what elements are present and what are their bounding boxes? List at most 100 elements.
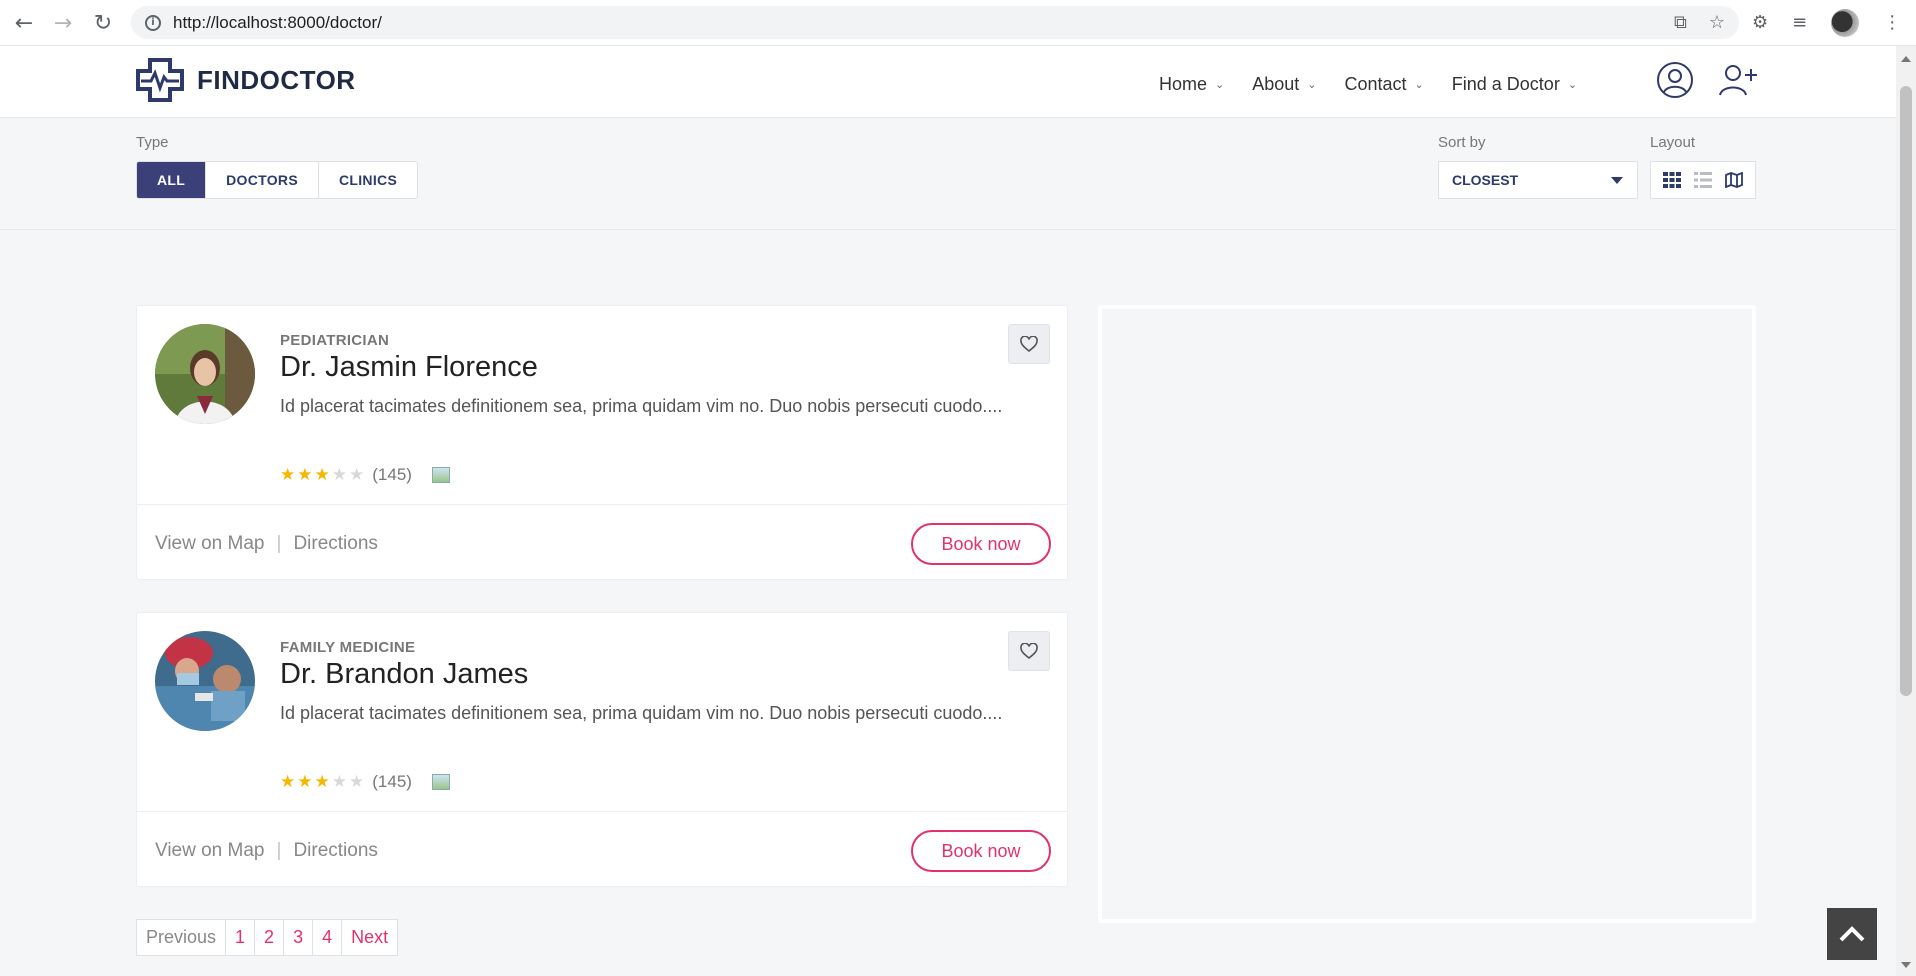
share-icon[interactable]: ⧉ [1674,12,1687,33]
nav-item-about[interactable]: About ⌄ [1252,74,1316,95]
star-filled-icon: ★ [314,771,330,792]
reload-icon[interactable]: ↻ [83,3,123,43]
type-clinics-button[interactable]: CLINICS [319,162,417,198]
type-label: Type [136,134,169,151]
star-filled-icon: ★ [297,464,313,485]
card-divider [137,504,1067,505]
star-empty-icon: ★ [331,771,347,792]
filter-bar: Type ALL DOCTORS CLINICS Sort by CLOSEST… [0,118,1896,230]
back-to-top-button[interactable] [1827,908,1877,960]
view-on-map-link[interactable]: View on Map [155,533,265,555]
profile-avatar[interactable] [1831,8,1860,37]
doctor-description: Id placerat tacimates definitionem sea, … [280,396,1003,416]
chevron-down-icon: ⌄ [1414,78,1424,91]
logo[interactable]: FINDOCTOR [135,57,356,103]
menu-kebab-icon[interactable]: ⋮ [1883,12,1901,33]
map-panel[interactable] [1098,305,1756,923]
star-empty-icon: ★ [349,771,365,792]
star-empty-icon: ★ [349,464,365,485]
rating: ★ ★ ★ ★ ★ (145) [280,772,450,792]
scroll-up-arrow-icon[interactable] [1901,56,1911,62]
doctor-photo[interactable] [155,631,255,731]
site-info-icon[interactable]: i [145,14,161,31]
main-nav: Home ⌄ About ⌄ Contact ⌄ Find a Doctor ⌄ [1159,74,1577,95]
nav-item-find-doctor[interactable]: Find a Doctor ⌄ [1452,74,1577,95]
star-filled-icon: ★ [314,464,330,485]
add-user-icon[interactable] [1718,61,1758,99]
star-empty-icon: ★ [331,464,347,485]
url-text[interactable]: http://localhost:8000/doctor/ [173,13,382,33]
heart-icon [1020,336,1038,352]
doctor-card: FAMILY MEDICINE Dr. Brandon James Id pla… [136,612,1068,887]
pagination: Previous 1 2 3 4 Next [136,919,399,956]
nav-label: Home [1159,74,1208,94]
sort-label: Sort by [1438,134,1486,151]
user-account-icon[interactable] [1656,61,1694,99]
pagination-page-3[interactable]: 3 [284,920,314,955]
grid-view-icon[interactable] [1663,172,1682,188]
link-separator: | [276,840,282,861]
star-filled-icon: ★ [297,771,313,792]
bookmark-star-icon[interactable]: ☆ [1709,12,1725,33]
card-divider [137,811,1067,812]
browser-toolbar: ← → ↻ i http://localhost:8000/doctor/ ⧉ … [0,0,1916,46]
pagination-previous[interactable]: Previous [137,920,227,955]
nav-label: Contact [1344,74,1407,94]
star-filled-icon: ★ [280,771,296,792]
doctor-specialty: FAMILY MEDICINE [280,639,416,656]
caret-down-icon [1611,177,1623,184]
extensions-icon[interactable]: ⚙ [1752,12,1768,33]
nav-item-contact[interactable]: Contact ⌄ [1345,74,1424,95]
review-count: (145) [372,465,412,484]
doctor-name[interactable]: Dr. Brandon James [280,658,528,691]
directions-link[interactable]: Directions [293,840,377,862]
chevron-down-icon: ⌄ [1567,78,1578,91]
favorite-button[interactable] [1008,631,1050,671]
view-on-map-link[interactable]: View on Map [155,840,265,862]
scroll-down-arrow-icon[interactable] [1901,962,1911,968]
doctor-specialty: PEDIATRICIAN [280,332,390,349]
medical-cross-logo-icon [136,58,184,102]
favorite-button[interactable] [1008,324,1050,364]
type-all-button[interactable]: ALL [137,162,207,198]
type-filter-group: ALL DOCTORS CLINICS [136,161,419,199]
back-icon[interactable]: ← [4,3,44,43]
doctor-description: Id placerat tacimates definitionem sea, … [280,703,1003,723]
scrollbar[interactable] [1896,46,1916,976]
review-count: (145) [372,772,412,791]
chevron-up-icon [1839,926,1865,942]
list-view-icon[interactable] [1693,172,1712,188]
type-doctors-button[interactable]: DOCTORS [206,162,319,198]
book-now-button[interactable]: Book now [911,830,1051,872]
pagination-next[interactable]: Next [342,920,397,955]
nav-label: About [1252,74,1300,94]
sort-value: CLOSEST [1452,172,1519,188]
map-view-icon[interactable] [1724,172,1743,188]
forward-icon[interactable]: → [43,3,83,43]
nav-item-home[interactable]: Home ⌄ [1159,74,1224,95]
nav-label: Find a Doctor [1451,74,1560,94]
rating: ★ ★ ★ ★ ★ (145) [280,465,450,485]
link-separator: | [276,533,282,554]
star-filled-icon: ★ [280,464,296,485]
reading-list-icon[interactable]: ≡ [1792,12,1807,33]
layout-switcher [1650,161,1756,199]
chevron-down-icon: ⌄ [1307,78,1317,91]
layout-label: Layout [1650,134,1696,151]
pagination-page-2[interactable]: 2 [255,920,285,955]
pagination-page-1[interactable]: 1 [226,920,256,955]
chevron-down-icon: ⌄ [1215,78,1225,91]
doctor-name[interactable]: Dr. Jasmin Florence [280,351,538,384]
address-bar[interactable]: i http://localhost:8000/doctor/ ⧉ ☆ [131,6,1739,39]
site-header: FINDOCTOR Home ⌄ About ⌄ Contact ⌄ Find a D… [0,46,1896,118]
broken-image-icon [431,774,450,790]
book-now-button[interactable]: Book now [911,523,1051,565]
sort-select[interactable]: CLOSEST [1438,161,1638,199]
pagination-page-4[interactable]: 4 [313,920,343,955]
broken-image-icon [431,467,450,483]
heart-icon [1020,643,1038,659]
scrollbar-thumb[interactable] [1900,86,1912,696]
directions-link[interactable]: Directions [293,533,377,555]
doctor-photo[interactable] [155,324,255,424]
doctor-card: PEDIATRICIAN Dr. Jasmin Florence Id plac… [136,305,1068,580]
